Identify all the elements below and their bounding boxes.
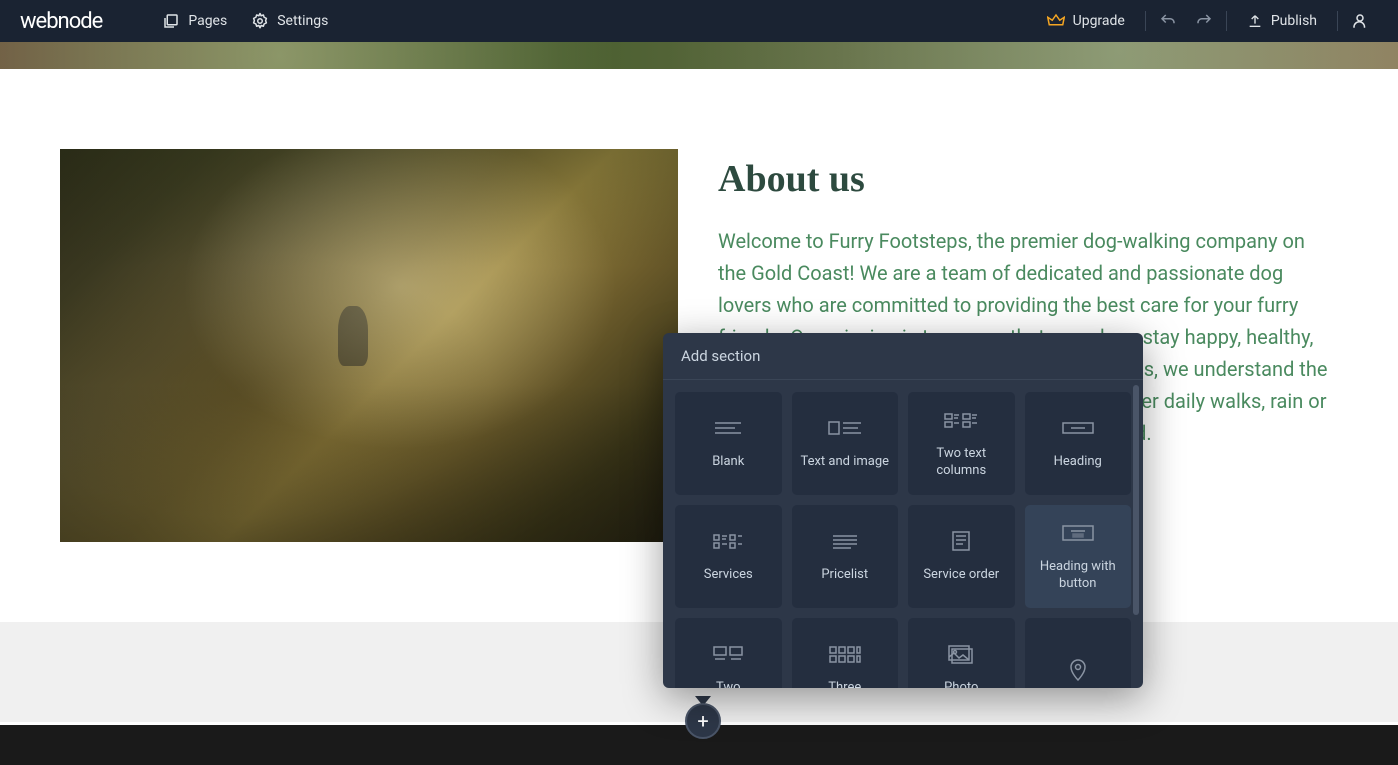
section-option-pricelist[interactable]: Pricelist bbox=[792, 505, 899, 608]
top-navigation-bar: webnode Pages Settings bbox=[0, 0, 1398, 42]
add-section-popover: Add section Blank Text and image Two text … bbox=[663, 333, 1143, 688]
hero-image-strip bbox=[0, 42, 1398, 69]
nav-settings-button[interactable]: Settings bbox=[251, 12, 328, 30]
brand-logo: webnode bbox=[20, 9, 102, 34]
undo-button[interactable] bbox=[1150, 3, 1186, 39]
gear-icon bbox=[251, 12, 269, 30]
section-option-label: Heading with button bbox=[1033, 559, 1124, 593]
about-image[interactable] bbox=[60, 149, 678, 542]
section-option-label: Two bbox=[716, 680, 741, 688]
two-blocks-icon bbox=[713, 642, 743, 666]
add-section-button[interactable]: + bbox=[685, 703, 721, 739]
section-option-text-and-image[interactable]: Text and image bbox=[792, 392, 899, 495]
section-option-three[interactable]: Three bbox=[792, 618, 899, 688]
lines-icon bbox=[713, 416, 743, 440]
user-icon bbox=[1351, 12, 1369, 30]
section-option-blank[interactable]: Blank bbox=[675, 392, 782, 495]
publish-button[interactable]: Publish bbox=[1231, 13, 1333, 29]
map-pin-icon bbox=[1069, 658, 1087, 682]
section-option-label: Photo bbox=[944, 680, 978, 688]
section-options-grid: Blank Text and image Two text columns Headi… bbox=[663, 380, 1143, 688]
photo-icon bbox=[947, 642, 975, 666]
nav-settings-label: Settings bbox=[277, 13, 328, 29]
popover-title: Add section bbox=[663, 333, 1143, 380]
two-cols-icon bbox=[944, 408, 978, 432]
undo-icon bbox=[1159, 12, 1177, 30]
section-option-map-pin[interactable] bbox=[1025, 618, 1132, 688]
redo-button[interactable] bbox=[1186, 3, 1222, 39]
upgrade-button[interactable]: Upgrade bbox=[1031, 12, 1141, 30]
service-order-icon bbox=[951, 529, 971, 553]
section-option-label: Blank bbox=[712, 454, 744, 471]
heading-icon bbox=[1061, 416, 1095, 440]
section-option-service-order[interactable]: Service order bbox=[908, 505, 1015, 608]
publish-label: Publish bbox=[1271, 13, 1317, 29]
nav-pages-label: Pages bbox=[188, 13, 227, 29]
section-option-heading-with-button[interactable]: Heading with button bbox=[1025, 505, 1132, 608]
account-button[interactable] bbox=[1342, 12, 1378, 30]
divider bbox=[1145, 11, 1146, 31]
section-option-heading[interactable]: Heading bbox=[1025, 392, 1132, 495]
crown-icon bbox=[1047, 12, 1065, 30]
section-option-label: Three bbox=[828, 680, 861, 688]
section-option-services[interactable]: Services bbox=[675, 505, 782, 608]
upload-icon bbox=[1247, 13, 1263, 29]
section-option-label: Services bbox=[704, 567, 753, 584]
redo-icon bbox=[1195, 12, 1213, 30]
section-option-photo[interactable]: Photo bbox=[908, 618, 1015, 688]
text-image-icon bbox=[828, 416, 862, 440]
services-icon bbox=[713, 529, 743, 553]
section-option-label: Service order bbox=[923, 567, 999, 584]
section-option-label: Pricelist bbox=[821, 567, 868, 584]
section-option-label: Text and image bbox=[800, 454, 889, 471]
section-option-two[interactable]: Two bbox=[675, 618, 782, 688]
plus-icon: + bbox=[697, 709, 708, 733]
divider bbox=[1337, 11, 1338, 31]
pages-icon bbox=[162, 12, 180, 30]
nav-pages-button[interactable]: Pages bbox=[162, 12, 227, 30]
nav-right-group: Upgrade Publish bbox=[1031, 3, 1378, 39]
pricelist-icon bbox=[831, 529, 859, 553]
section-option-two-text-columns[interactable]: Two text columns bbox=[908, 392, 1015, 495]
section-option-label: Two text columns bbox=[916, 446, 1007, 480]
nav-left-group: Pages Settings bbox=[162, 12, 328, 30]
popover-scrollbar[interactable] bbox=[1133, 385, 1139, 615]
about-heading: About us bbox=[718, 157, 1338, 201]
heading-button-icon bbox=[1061, 521, 1095, 545]
upgrade-label: Upgrade bbox=[1073, 13, 1125, 29]
divider bbox=[1226, 11, 1227, 31]
section-option-label: Heading bbox=[1054, 454, 1102, 471]
three-blocks-icon bbox=[829, 642, 861, 666]
